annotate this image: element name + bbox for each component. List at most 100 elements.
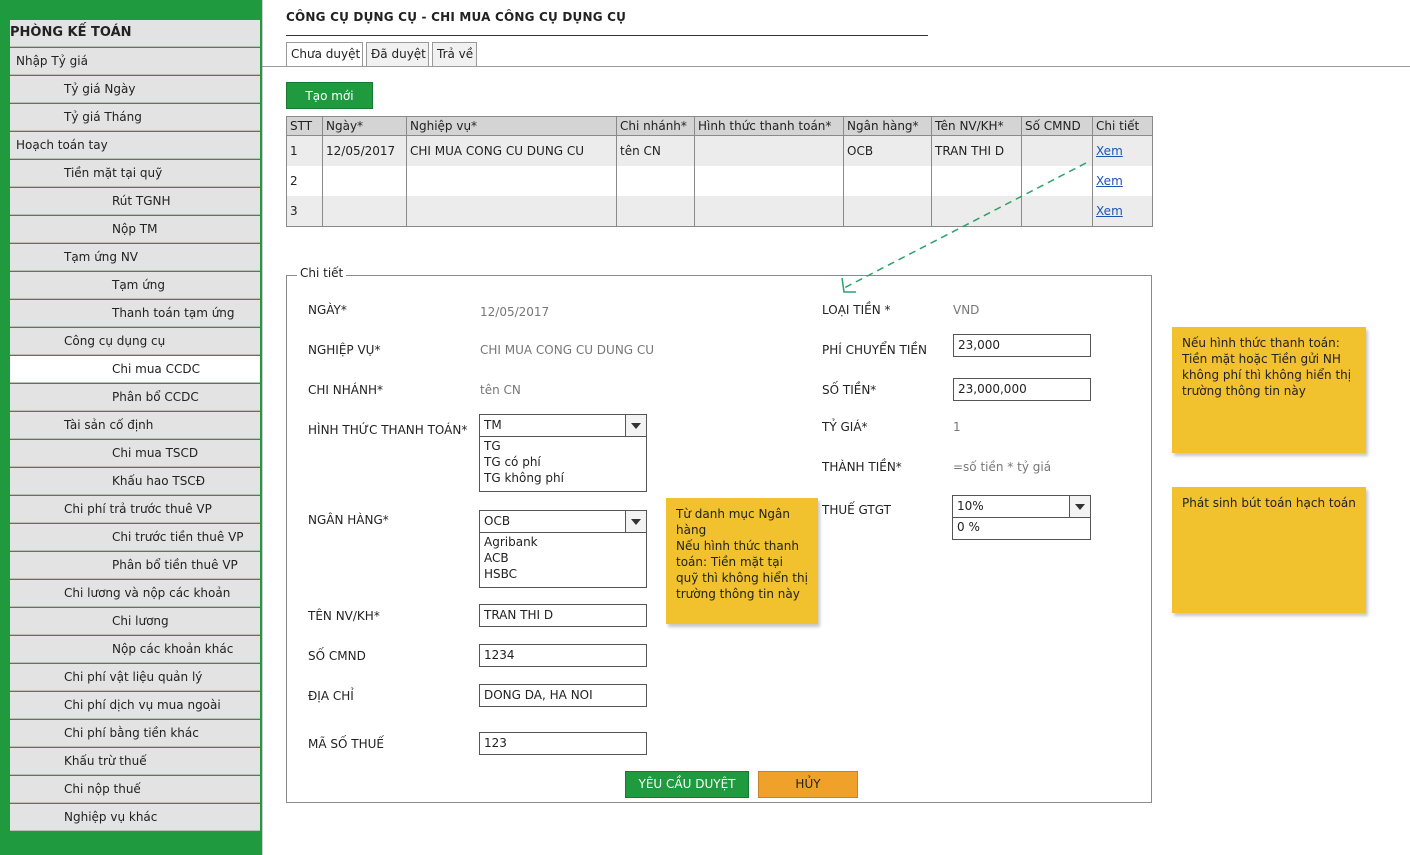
sidebar-item-chi-phi-bang-tien-khac[interactable]: Chi phí bằng tiền khác (10, 720, 260, 747)
address-field[interactable]: DONG DA, HA NOI (479, 684, 647, 707)
customer-name-field[interactable]: TRAN THI D (479, 604, 647, 627)
col-header-hinh-thuc-thanh-toan: Hình thức thanh toán* (694, 116, 844, 136)
bank-select[interactable]: OCB (479, 510, 647, 533)
payment-option[interactable]: TG không phí (484, 470, 642, 486)
sidebar-item-phan-bo-tien-thue-vp[interactable]: Phân bổ tiền thuê VP (10, 552, 260, 579)
sidebar-item-hoach-toan-tay[interactable]: Hoạch toán tay (10, 132, 260, 159)
tab-da-duyet[interactable]: Đã duyệt (366, 42, 429, 67)
exchange-rate-label: TỶ GIÁ* (822, 420, 868, 434)
table-cell: 12/05/2017 (322, 135, 407, 166)
request-approval-button[interactable]: YÊU CẦU DUYỆT (625, 771, 749, 798)
total-value: =số tiền * tỷ giá (953, 460, 1052, 474)
sidebar-item-chi-mua-ccdc[interactable]: Chi mua CCDC (10, 356, 260, 383)
customer-name-label: TÊN NV/KH* (308, 609, 380, 623)
tab-chua-duyet[interactable]: Chưa duyệt (286, 42, 363, 67)
table-cell: 2 (286, 166, 323, 196)
chevron-down-icon[interactable] (625, 415, 646, 436)
sidebar-item-thanh-toan-tam-ung[interactable]: Thanh toán tạm ứng (10, 300, 260, 327)
page-title: CÔNG CỤ DỤNG CỤ - CHI MUA CÔNG CỤ DỤNG C… (286, 10, 627, 24)
sidebar-item-nhap-ty-gia[interactable]: Nhập Tỷ giá (10, 48, 260, 75)
annotation-arrow (841, 162, 1087, 293)
branch-value: tên CN (480, 383, 521, 397)
branch-label: CHI NHÁNH* (308, 383, 383, 397)
col-header-nghiep-vu: Nghiệp vụ* (406, 116, 617, 136)
sidebar-item-cong-cu-dung-cu[interactable]: Công cụ dụng cụ (10, 328, 260, 355)
detail-legend: Chi tiết (297, 266, 347, 280)
sidebar-item-chi-truoc-tien-thue-vp[interactable]: Chi trước tiền thuê VP (10, 524, 260, 551)
sidebar-item-tam-ung[interactable]: Tạm ứng (10, 272, 260, 299)
payment-method-options: TG TG có phí TG không phí (479, 437, 647, 492)
chevron-down-icon[interactable] (625, 511, 646, 532)
tab-tra-ve[interactable]: Trả về (432, 42, 477, 67)
sidebar-item-chi-luong[interactable]: Chi lương (10, 608, 260, 635)
bank-option[interactable]: HSBC (484, 566, 642, 582)
table-cell: Xem (1092, 166, 1153, 196)
posting-note: Phát sinh bút toán hạch toán (1172, 487, 1366, 613)
vat-label: THUẾ GTGT (822, 503, 891, 517)
create-new-button[interactable]: Tạo mới (286, 82, 373, 109)
sidebar-item-nghiep-vu-khac[interactable]: Nghiệp vụ khác (10, 804, 260, 831)
amount-label: SỐ TIỀN* (822, 383, 877, 397)
sidebar-item-khau-hao-tscd[interactable]: Khấu hao TSCĐ (10, 468, 260, 495)
vat-option[interactable]: 0 % (957, 519, 1086, 535)
view-detail-link[interactable]: Xem (1096, 174, 1123, 188)
col-header-stt: STT (286, 116, 323, 136)
bank-option[interactable]: ACB (484, 550, 642, 566)
table-cell (406, 196, 617, 227)
operation-value: CHI MUA CONG CU DUNG CU (480, 343, 655, 357)
table-cell: Xem (1092, 135, 1153, 166)
view-detail-link[interactable]: Xem (1096, 144, 1123, 158)
total-label: THÀNH TIỀN* (822, 460, 902, 474)
transfer-fee-label: PHÍ CHUYỂN TIỀN (822, 343, 927, 357)
sidebar-item-khau-tru-thue[interactable]: Khấu trừ thuế (10, 748, 260, 775)
sidebar-item-ty-gia-ngay[interactable]: Tỷ giá Ngày (10, 76, 260, 103)
sidebar-item-chi-mua-tscd[interactable]: Chi mua TSCD (10, 440, 260, 467)
payment-option[interactable]: TG có phí (484, 454, 642, 470)
address-label: ĐỊA CHỈ (308, 689, 354, 703)
table-cell (694, 135, 844, 166)
table-cell (616, 196, 695, 227)
sidebar-item-tam-ung-nv[interactable]: Tạm ứng NV (10, 244, 260, 271)
sidebar-item-rut-tgnh[interactable]: Rút TGNH (10, 188, 260, 215)
bank-note: Từ danh mục Ngân hàng Nếu hình thức than… (666, 498, 818, 624)
bank-option[interactable]: Agribank (484, 534, 642, 550)
table-header-row: STT Ngày* Nghiệp vụ* Chi nhánh* Hình thứ… (286, 116, 1153, 136)
sidebar-item-tien-mat-tai-quy[interactable]: Tiền mặt tại quỹ (10, 160, 260, 187)
id-number-field[interactable]: 1234 (479, 644, 647, 667)
table-cell: Xem (1092, 196, 1153, 227)
chevron-down-icon[interactable] (1069, 496, 1090, 517)
sidebar-item-chi-nop-thue[interactable]: Chi nộp thuế (10, 776, 260, 803)
payment-method-select[interactable]: TM (479, 414, 647, 437)
table-cell (322, 196, 407, 227)
sidebar-item-chi-phi-dich-vu[interactable]: Chi phí dịch vụ mua ngoài (10, 692, 260, 719)
title-divider (286, 35, 928, 36)
sidebar-item-phan-bo-ccdc[interactable]: Phân bổ CCDC (10, 384, 260, 411)
sidebar-item-nop-cac-khoan-khac[interactable]: Nộp các khoản khác (10, 636, 260, 663)
sidebar-item-ty-gia-thang[interactable]: Tỷ giá Tháng (10, 104, 260, 131)
vat-select[interactable]: 10% (952, 495, 1091, 518)
table-cell (322, 166, 407, 196)
operation-label: NGHIỆP VỤ* (308, 343, 381, 357)
col-header-ten-nv-kh: Tên NV/KH* (931, 116, 1022, 136)
transfer-fee-field[interactable]: 23,000 (953, 334, 1091, 357)
tab-bar-divider (262, 66, 1410, 67)
amount-field[interactable]: 23,000,000 (953, 378, 1091, 401)
col-header-ngay: Ngày* (322, 116, 407, 136)
col-header-ngan-hang: Ngân hàng* (843, 116, 932, 136)
sidebar-item-chi-luong-va-nop[interactable]: Chi lương và nộp các khoản (10, 580, 260, 607)
view-detail-link[interactable]: Xem (1096, 204, 1123, 218)
sidebar-item-tai-san-co-dinh[interactable]: Tài sản cố định (10, 412, 260, 439)
table-cell: 3 (286, 196, 323, 227)
bank-options: Agribank ACB HSBC (479, 533, 647, 588)
payment-method-label: HÌNH THỨC THANH TOÁN* (308, 423, 468, 437)
tax-code-field[interactable]: 123 (479, 732, 647, 755)
transfer-fee-note-text: Nếu hình thức thanh toán: Tiền mặt hoặc … (1182, 336, 1352, 398)
vat-selected: 10% (957, 499, 984, 513)
col-header-chi-nhanh: Chi nhánh* (616, 116, 695, 136)
cancel-button[interactable]: HỦY (758, 771, 858, 798)
sidebar-item-nop-tm[interactable]: Nộp TM (10, 216, 260, 243)
col-header-so-cmnd: Số CMND (1021, 116, 1093, 136)
payment-option[interactable]: TG (484, 438, 642, 454)
sidebar-item-chi-phi-vat-lieu[interactable]: Chi phí vật liệu quản lý (10, 664, 260, 691)
sidebar-item-chi-phi-tra-truoc-thue-vp[interactable]: Chi phí trả trước thuê VP (10, 496, 260, 523)
